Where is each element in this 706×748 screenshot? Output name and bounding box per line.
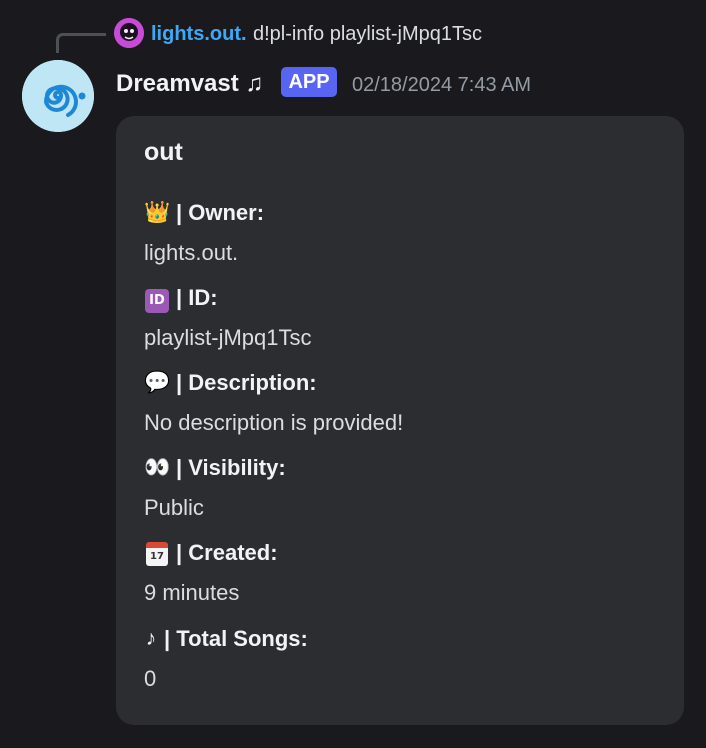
field-owner: 👑 | Owner: lights.out. bbox=[144, 198, 264, 268]
bot-avatar[interactable] bbox=[22, 60, 94, 132]
field-value-visibility: Public bbox=[144, 495, 204, 520]
reply-username[interactable]: lights.out. bbox=[151, 20, 247, 48]
embed-title: out bbox=[144, 138, 183, 166]
bot-username[interactable]: Dreamvast ♫ bbox=[116, 68, 263, 100]
spiral-icon bbox=[22, 60, 94, 132]
field-value-owner: lights.out. bbox=[144, 240, 239, 265]
eyes-icon: 👀 bbox=[144, 456, 171, 479]
field-name-id: | ID: bbox=[176, 285, 218, 310]
reply-avatar-icon bbox=[114, 18, 144, 48]
app-badge: APP bbox=[281, 67, 337, 97]
field-id: ID | ID: playlist-jMpq1Tsc bbox=[144, 283, 312, 353]
field-value-total-songs: 0 bbox=[144, 666, 157, 691]
field-visibility: 👀 | Visibility: Public bbox=[144, 453, 286, 523]
field-value-id: playlist-jMpq1Tsc bbox=[144, 325, 312, 350]
message-timestamp: 02/18/2024 7:43 AM bbox=[352, 74, 532, 96]
reply-avatar[interactable] bbox=[114, 18, 144, 48]
reply-connector-icon bbox=[56, 33, 106, 53]
id-icon: ID bbox=[145, 289, 169, 313]
speech-bubble-icon: 💬 bbox=[144, 371, 171, 394]
field-value-description: No description is provided! bbox=[144, 410, 404, 435]
crown-icon: 👑 bbox=[144, 201, 171, 224]
field-total-songs: ♪ | Total Songs: 0 bbox=[144, 624, 308, 694]
field-name-total-songs: | Total Songs: bbox=[164, 626, 308, 651]
field-name-owner: | Owner: bbox=[176, 200, 265, 225]
field-value-created: 9 minutes bbox=[144, 580, 240, 605]
field-description: 💬 | Description: No description is provi… bbox=[144, 368, 403, 438]
calendar-icon: 17 bbox=[146, 542, 168, 566]
playlist-info-embed: out 👑 | Owner: lights.out. ID | ID: play… bbox=[116, 116, 684, 725]
music-note-icon: ♪ bbox=[145, 627, 157, 650]
field-name-visibility: | Visibility: bbox=[176, 455, 286, 480]
field-created: 17 | Created: 9 minutes bbox=[144, 538, 278, 608]
field-name-description: | Description: bbox=[176, 370, 317, 395]
reply-command-text[interactable]: d!pl-info playlist-jMpq1Tsc bbox=[253, 20, 482, 48]
field-name-created: | Created: bbox=[176, 540, 278, 565]
